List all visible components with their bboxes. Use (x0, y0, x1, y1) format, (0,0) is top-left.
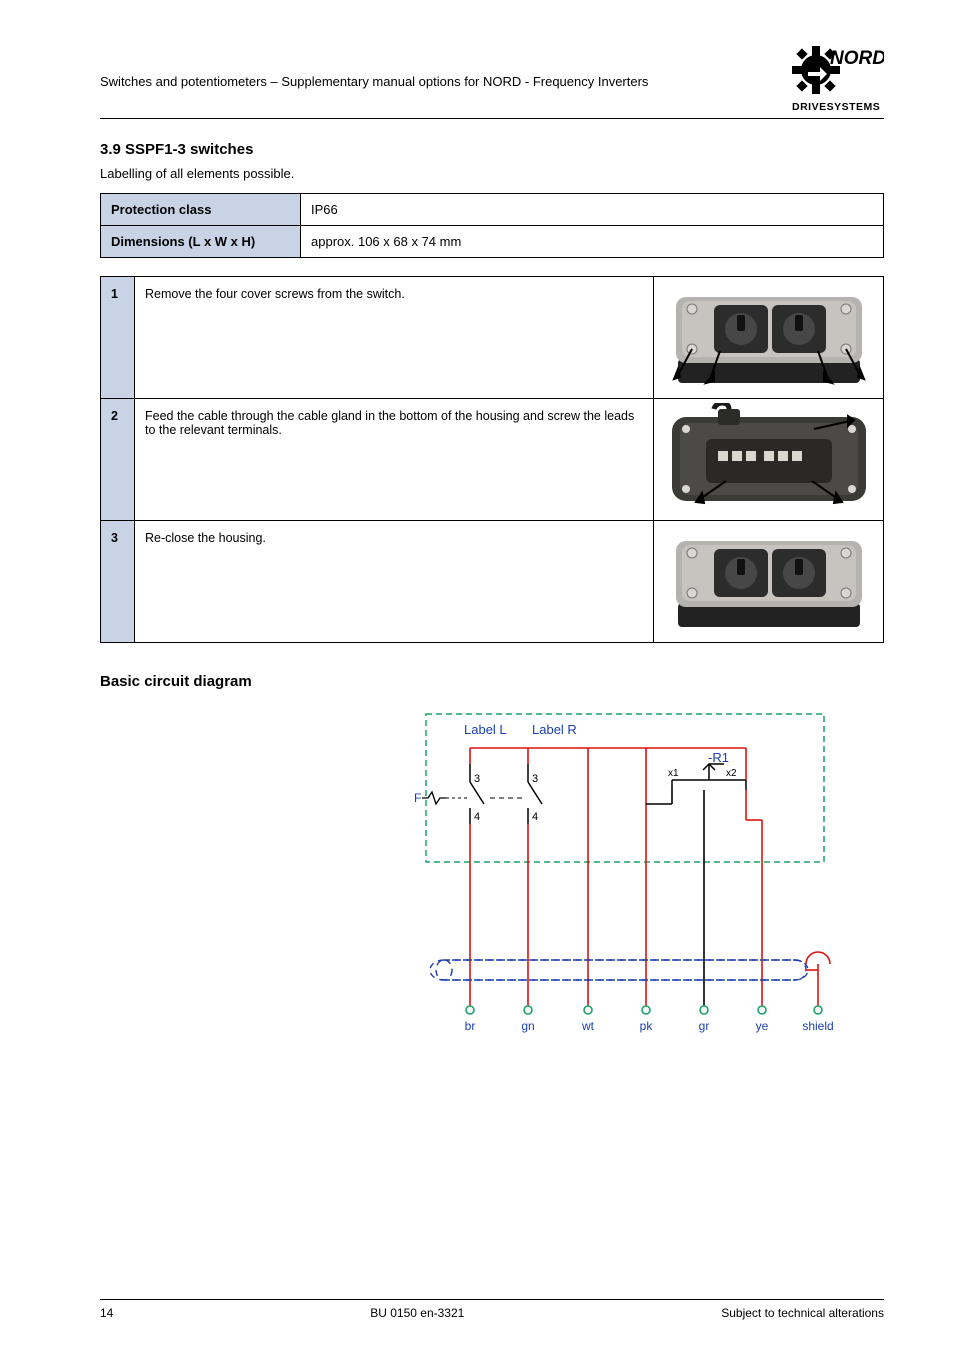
step1-image (654, 277, 884, 399)
contact2-bot: 4 (532, 811, 538, 823)
spec-row1-value: IP66 (301, 194, 884, 226)
term-pk: pk (640, 1019, 654, 1033)
spec-table: Protection class IP66 Dimensions (L x W … (100, 193, 884, 258)
step3-image (654, 521, 884, 643)
term-ye: ye (756, 1019, 769, 1033)
steps-table: 1 Remove the four cover screws from the … (100, 276, 884, 643)
step1-num: 1 (101, 277, 135, 399)
label-f: F (414, 791, 421, 805)
r1-x1: x1 (668, 768, 679, 779)
term-br: br (465, 1019, 476, 1033)
contact1-top: 3 (474, 773, 480, 785)
step2-text: Feed the cable through the cable gland i… (135, 399, 654, 521)
doc-title: Switches and potentiometers – Supplement… (100, 40, 648, 89)
contact2-top: 3 (532, 773, 538, 785)
header-rule (100, 118, 884, 119)
contact1-bot: 4 (474, 811, 480, 823)
footer-note: Subject to technical alterations (721, 1306, 884, 1320)
term-shield: shield (802, 1019, 833, 1033)
label-l: Label L (464, 722, 507, 737)
step2-image (654, 399, 884, 521)
footer-docid: BU 0150 en-3321 (370, 1306, 464, 1320)
brand-logo: NORD DRIVESYSTEMS (784, 40, 884, 112)
component-r1: -R1 (708, 750, 729, 765)
circuit-diagram: Label L Label R -R1 F 3 4 3 (414, 704, 844, 1064)
section-heading: 3.9 SSPF1-3 switches (100, 141, 884, 158)
spec-row2-label: Dimensions (L x W x H) (101, 226, 301, 258)
step2-num: 2 (101, 399, 135, 521)
term-wt: wt (581, 1019, 595, 1033)
circuit-title: Basic circuit diagram (100, 673, 884, 690)
term-gr: gr (699, 1019, 710, 1033)
page-footer: 14 BU 0150 en-3321 Subject to technical … (100, 1299, 884, 1320)
label-r: Label R (532, 722, 577, 737)
step3-text: Re-close the housing. (135, 521, 654, 643)
footer-page: 14 (100, 1306, 113, 1320)
spec-row1-label: Protection class (101, 194, 301, 226)
r1-x2: x2 (726, 768, 737, 779)
footer-rule (100, 1299, 884, 1300)
logo-word-drivesystems: DRIVESYSTEMS (792, 101, 880, 112)
section-intro: Labelling of all elements possible. (100, 166, 884, 181)
step3-num: 3 (101, 521, 135, 643)
logo-word-nord: NORD (830, 48, 884, 69)
term-gn: gn (521, 1019, 534, 1033)
step1-text: Remove the four cover screws from the sw… (135, 277, 654, 399)
spec-row2-value: approx. 106 x 68 x 74 mm (301, 226, 884, 258)
